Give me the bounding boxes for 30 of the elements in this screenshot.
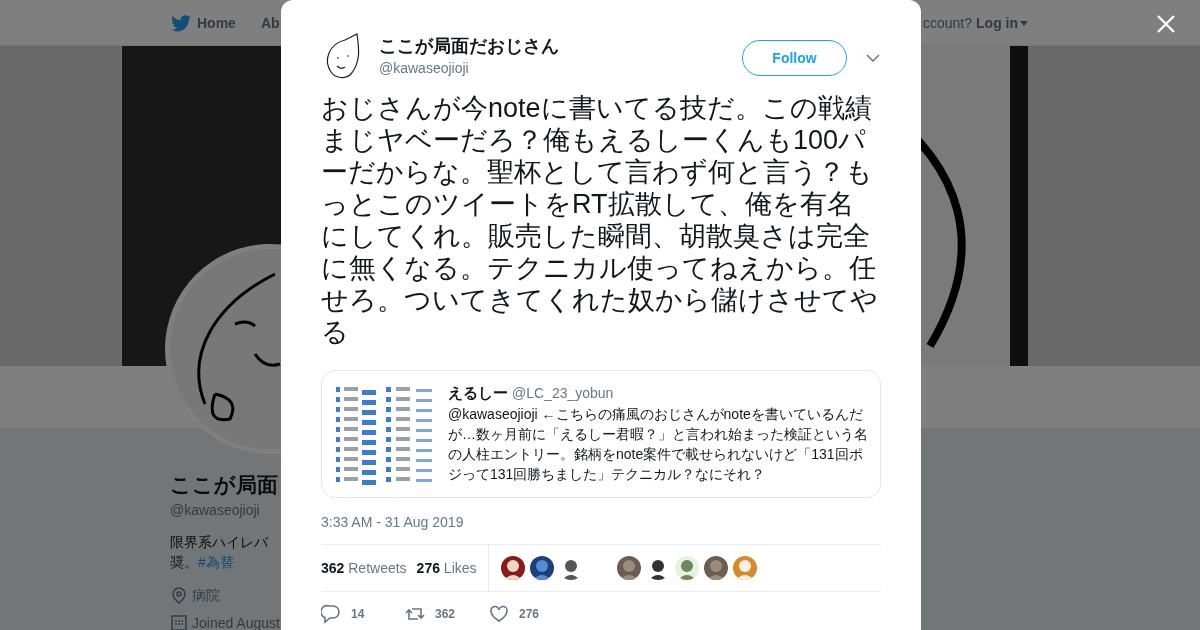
action-count: 362	[435, 606, 457, 622]
quoted-tweet-card[interactable]: えるしー @LC_23_yobun @kawaseojioji ←こちらの痛風のおじさんがnoteを書いているんだが…数ヶ月前に「えるしー君暇？」と言われ始まった検証という名の人柱エントリー。銘柄をnote案件で載せられないけど「131回ポジって131回勝ちました」テクニカル？なにそれ？	[321, 370, 881, 498]
calendar-icon	[171, 615, 187, 630]
heart-icon[interactable]	[489, 604, 509, 624]
location-icon	[171, 587, 187, 604]
close-icon[interactable]	[1155, 13, 1177, 35]
profile-handle: @kawaseojioji	[170, 501, 260, 519]
stat-link[interactable]: 362 Retweets	[321, 559, 407, 577]
user-handle[interactable]: @kawaseojioji	[379, 57, 742, 78]
user-name[interactable]: ここが局面だおじさん	[379, 34, 742, 57]
caret-icon	[1020, 21, 1029, 26]
quoted-tweet-text: @kawaseojioji ←こちらの痛風のおじさんがnoteを書いているんだが…数ヶ月前に「えるしー君暇？」と言われ始まった検証という名の人柱エントリー。銘柄をnote案件で載せられないけど「131回ポジって131回勝ちました」テクニカル？なにそれ？	[448, 405, 869, 484]
action-count: 14	[351, 606, 366, 622]
chevron-down-icon[interactable]	[866, 54, 880, 62]
tweet-timestamp: 3:33 AM - 31 Aug 2019	[321, 513, 465, 532]
profile-bio: 奨。	[170, 553, 198, 571]
tweet-text: おじさんが今noteに書いてる技だ。この戦績まじヤベーだろ？俺もえるしーくんも100パーだからな。聖杯として言わず何と言う？もっとこのツイートをRT拡散して、俺を有名にしてくれ。販売した瞬間、胡散臭さは完全に無くなる。テクニカル使ってねえから。任せろ。ついてきてくれた奴から儲けさせてやる	[321, 92, 879, 348]
profile-joined-date: Joined August	[192, 614, 280, 630]
login-link[interactable]: Log in	[976, 15, 1029, 32]
stat-link[interactable]: 276 Likes	[416, 559, 477, 577]
action-count: 276	[519, 606, 541, 622]
profile-location: 病院	[192, 586, 220, 604]
nav-link[interactable]: Home	[197, 15, 236, 32]
quoted-user-handle: @LC_23_yobun	[512, 384, 614, 403]
login-prompt: ccount?	[923, 15, 973, 32]
profile-bio: 限界系ハイレバ	[170, 533, 268, 551]
profile-name: ここが局面	[170, 472, 278, 498]
reply-icon[interactable]	[321, 604, 341, 624]
nav-link[interactable]: Ab	[261, 15, 280, 32]
quoted-user-name: えるしー	[448, 383, 508, 403]
